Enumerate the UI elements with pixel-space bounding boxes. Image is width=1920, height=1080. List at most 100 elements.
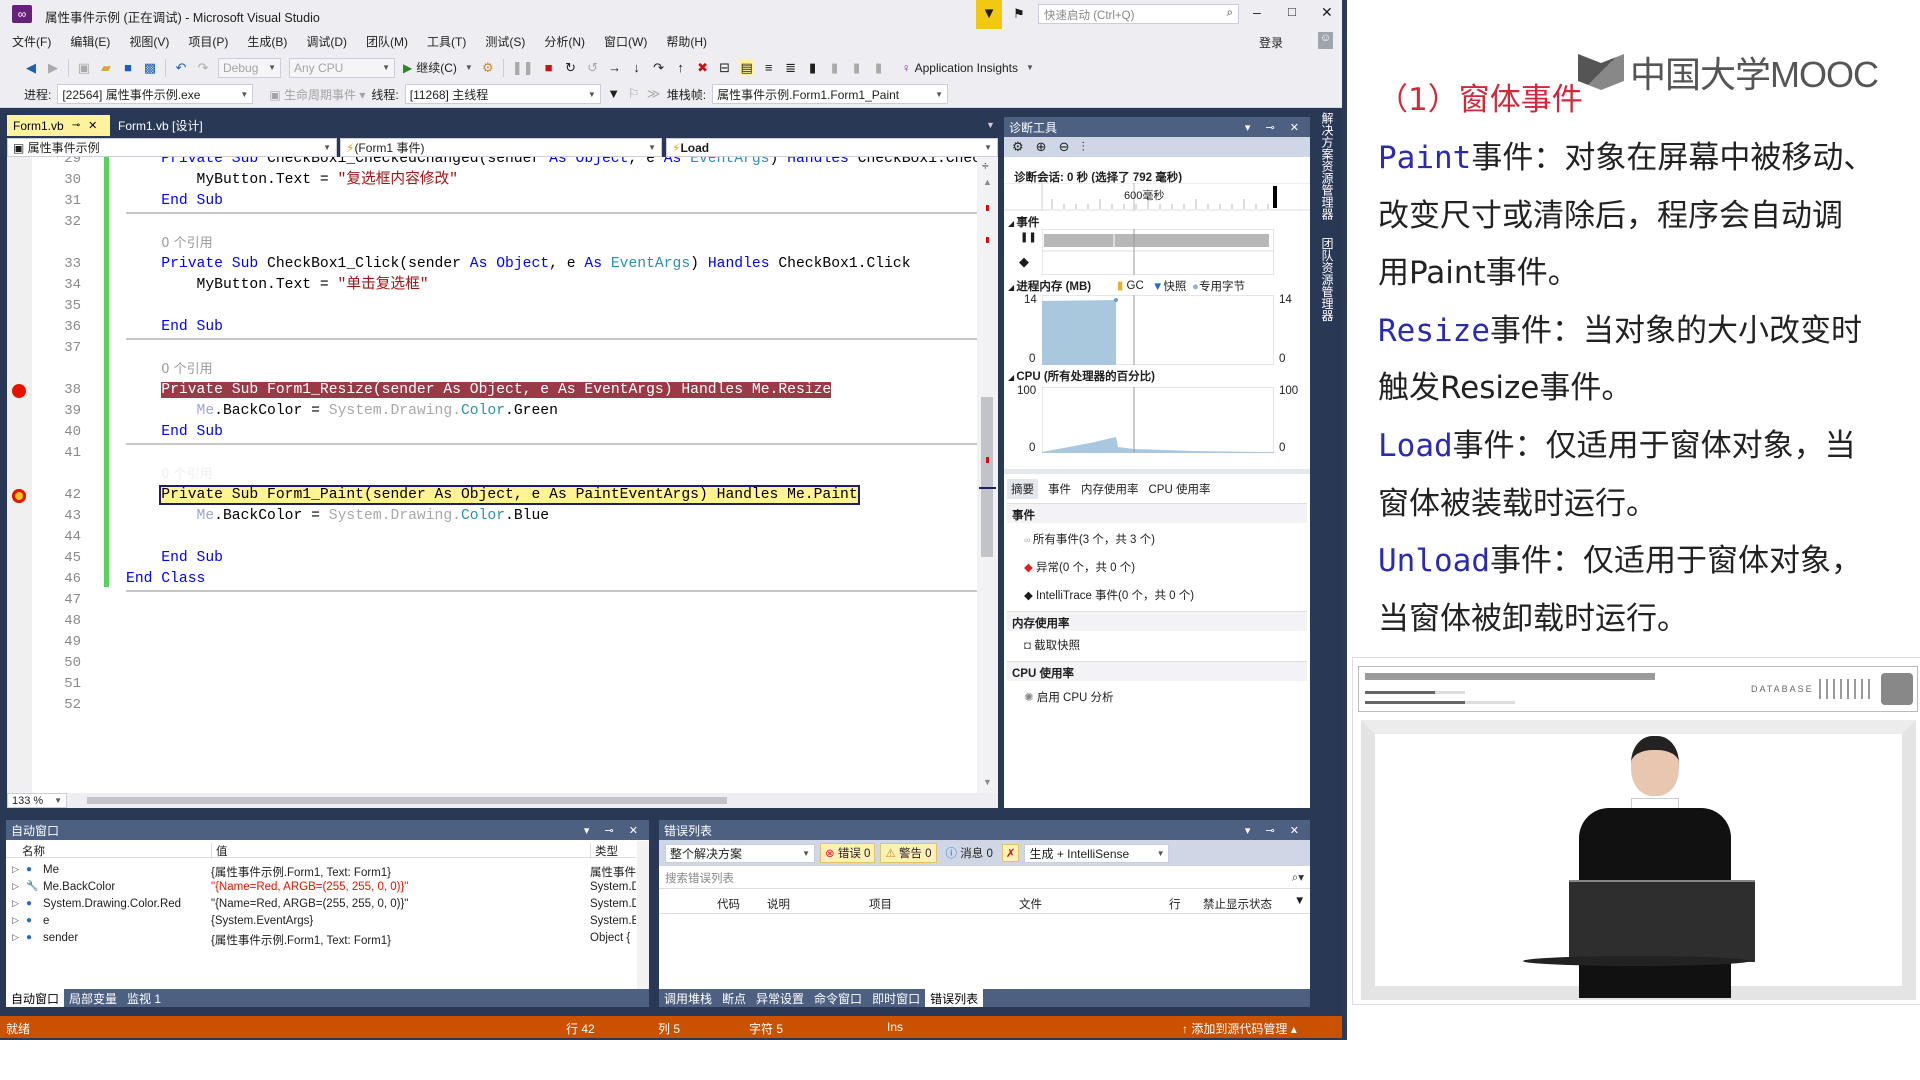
breakpoint-icon[interactable] xyxy=(12,384,26,398)
tab-cpu[interactable]: CPU 使用率 xyxy=(1149,479,1211,499)
panel-controls[interactable]: ▾ ⊸ ✕ xyxy=(584,824,644,837)
code-line[interactable]: 32 xyxy=(7,212,977,233)
step-over-icon[interactable]: ↓ xyxy=(630,60,644,76)
show-next-statement-icon[interactable]: ↺ xyxy=(586,60,600,76)
close-button[interactable]: ✕ xyxy=(1321,4,1333,21)
feedback-filter-icon[interactable]: ▼ xyxy=(976,0,1002,29)
zoom-in-icon[interactable]: ⊕ xyxy=(1036,139,1047,155)
tab-events[interactable]: 事件 xyxy=(1048,479,1071,499)
tab-form1-designer[interactable]: Form1.vb [设计] xyxy=(112,115,209,136)
thread-dropdown[interactable]: [11268] 主线程 ▼ xyxy=(404,84,601,104)
close-tab-icon[interactable]: ✕ xyxy=(88,119,97,132)
expand-icon[interactable]: ▷ xyxy=(12,898,19,909)
code-line[interactable]: 35 xyxy=(7,296,977,317)
show-flagged-icon[interactable]: ≫ xyxy=(647,86,661,102)
thread-icon[interactable]: ⊟ xyxy=(718,60,732,76)
step-into-icon[interactable]: → xyxy=(608,60,622,76)
save-all-icon[interactable]: ▩ xyxy=(143,60,157,76)
code-line[interactable]: 40 End Sub xyxy=(7,422,977,443)
stack-frame-dropdown[interactable]: 属性事件示例.Form1.Form1_Paint ▼ xyxy=(712,84,949,104)
code-editor[interactable]: 29 Private Sub CheckBox1_CheckedChanged(… xyxy=(7,157,998,793)
expand-icon[interactable]: ▷ xyxy=(12,881,19,892)
settings-gear-icon[interactable]: ⚙ xyxy=(1012,139,1024,155)
continue-button[interactable]: ▶ 继续(C) ▼ xyxy=(403,59,473,76)
tab-breakpoints[interactable]: 断点 xyxy=(717,989,751,1007)
code-line[interactable]: 48 xyxy=(7,611,977,632)
column-header-suppression[interactable]: 禁止显示状态 xyxy=(1203,896,1272,912)
tab-autos[interactable]: 自动窗口 xyxy=(6,989,65,1007)
tab-watch-1[interactable]: 监视 1 xyxy=(122,989,166,1007)
project-dropdown[interactable]: ▣ 属性事件示例 ▼ xyxy=(7,138,337,157)
autos-scrollbar[interactable] xyxy=(637,841,649,989)
sign-in-link[interactable]: 登录 xyxy=(1259,34,1283,51)
code-lens-reference[interactable]: 0 个引用 xyxy=(7,359,977,380)
tab-summary[interactable]: 摘要 xyxy=(1007,479,1038,499)
warnings-filter-button[interactable]: ⚠ 警告 0 xyxy=(880,843,937,863)
menu-item[interactable]: 文件(F) xyxy=(12,33,51,50)
code-line[interactable]: 39 Me.BackColor = System.Drawing.Color.G… xyxy=(7,401,977,422)
editor-vertical-scrollbar[interactable]: ÷ ▲ ▼ xyxy=(977,157,998,793)
object-dropdown[interactable]: ⚡(Form1 事件) ▼ xyxy=(340,138,662,157)
menu-item[interactable]: 项目(P) xyxy=(188,33,228,50)
tab-exception-settings[interactable]: 异常设置 xyxy=(751,989,809,1007)
minimize-button[interactable]: ‒ xyxy=(1253,4,1261,20)
errors-filter-button[interactable]: ⊗ 错误 0 xyxy=(820,843,876,863)
lifecycle-events-button[interactable]: ▣ 生命周期事件 ▾ xyxy=(269,86,365,103)
variable-value[interactable]: {System.EventArgs} xyxy=(211,915,313,927)
scroll-down-icon[interactable]: ▼ xyxy=(983,777,992,787)
column-header-code[interactable]: 代码 xyxy=(717,896,740,912)
step-over-alt-icon[interactable]: ↷ xyxy=(652,60,666,76)
process-dropdown[interactable]: [22564] 属性事件示例.exe ▼ xyxy=(57,84,254,104)
code-line[interactable]: 30 MyButton.Text = "复选框内容修改" xyxy=(7,170,977,191)
code-line[interactable]: 45 End Sub xyxy=(7,548,977,569)
bookmark-icon[interactable]: ▮ xyxy=(806,60,820,76)
menu-item[interactable]: 分析(N) xyxy=(544,33,585,50)
menu-item[interactable]: 帮助(H) xyxy=(666,33,707,50)
memory-chart[interactable] xyxy=(1042,295,1274,365)
current-statement-arrow-icon[interactable] xyxy=(12,489,26,503)
code-line[interactable]: 43 Me.BackColor = System.Drawing.Color.B… xyxy=(7,506,977,527)
code-line[interactable]: 36 End Sub xyxy=(7,317,977,338)
configuration-dropdown[interactable]: Debug ▼ xyxy=(218,57,281,78)
application-insights-button[interactable]: ♀ Application Insights ▼ xyxy=(902,61,1034,75)
menu-item[interactable]: 编辑(E) xyxy=(70,33,110,50)
column-header-project[interactable]: 项目 xyxy=(869,896,892,912)
code-line[interactable]: 51 xyxy=(7,674,977,695)
breakpoint-toggle-icon[interactable]: ✖ xyxy=(696,60,710,76)
expand-icon[interactable]: ▷ xyxy=(12,915,19,926)
code-line[interactable]: 49 xyxy=(7,632,977,653)
column-header-value[interactable]: 值 xyxy=(211,843,228,859)
new-project-icon[interactable]: ▣ xyxy=(77,60,91,76)
menu-item[interactable]: 测试(S) xyxy=(485,33,525,50)
tab-memory[interactable]: 内存使用率 xyxy=(1081,479,1139,499)
column-header-file[interactable]: 文件 xyxy=(1019,896,1042,912)
quick-launch-input[interactable]: 快速启动 (Ctrl+Q) ⌕ xyxy=(1038,4,1239,24)
take-snapshot-button[interactable]: ◘ 截取快照 xyxy=(1024,637,1080,653)
platform-dropdown[interactable]: Any CPU ▼ xyxy=(289,57,395,78)
messages-filter-button[interactable]: ⓘ 消息 0 xyxy=(942,844,997,862)
zoom-out-icon[interactable]: ⊖ xyxy=(1059,139,1070,155)
expand-icon[interactable]: ▷ xyxy=(12,864,19,875)
back-icon[interactable]: ◀ xyxy=(24,60,38,76)
scope-dropdown[interactable]: 整个解决方案 ▼ xyxy=(665,843,815,863)
panel-controls[interactable]: ▾ ⊸ ✕ xyxy=(1245,121,1305,134)
tab-immediate-window[interactable]: 即时窗口 xyxy=(867,989,925,1007)
cpu-chart[interactable] xyxy=(1042,387,1274,453)
intellitrace-link[interactable]: ◆ IntelliTrace 事件(0 个，共 0 个) xyxy=(1024,587,1194,603)
bookmark-clear-icon[interactable]: ▮ xyxy=(872,60,886,76)
team-explorer-tab[interactable]: 团队资源管理器 xyxy=(1320,237,1334,321)
column-header-line[interactable]: 行 xyxy=(1169,896,1181,912)
bookmark-prev-icon[interactable]: ▮ xyxy=(828,60,842,76)
enable-cpu-profiling-button[interactable]: ✺ 启用 CPU 分析 xyxy=(1024,689,1114,705)
filter-icon[interactable]: ▼ xyxy=(607,86,621,102)
horizontal-scroll-thumb[interactable] xyxy=(87,797,727,804)
code-line[interactable]: 44 xyxy=(7,527,977,548)
code-line[interactable]: 29 Private Sub CheckBox1_CheckedChanged(… xyxy=(7,157,990,170)
variable-value[interactable]: "{Name=Red, ARGB=(255, 255, 0, 0)}" xyxy=(211,898,408,910)
attach-icon[interactable]: ⚙ xyxy=(481,60,495,76)
variable-value[interactable]: "{Name=Red, ARGB=(255, 255, 0, 0)}" xyxy=(211,881,408,893)
undo-icon[interactable]: ↶ xyxy=(174,60,188,76)
code-line[interactable]: 50 xyxy=(7,653,977,674)
step-out-icon[interactable]: ↑ xyxy=(674,60,688,76)
source-dropdown[interactable]: 生成 + IntelliSense ▼ xyxy=(1024,843,1170,863)
